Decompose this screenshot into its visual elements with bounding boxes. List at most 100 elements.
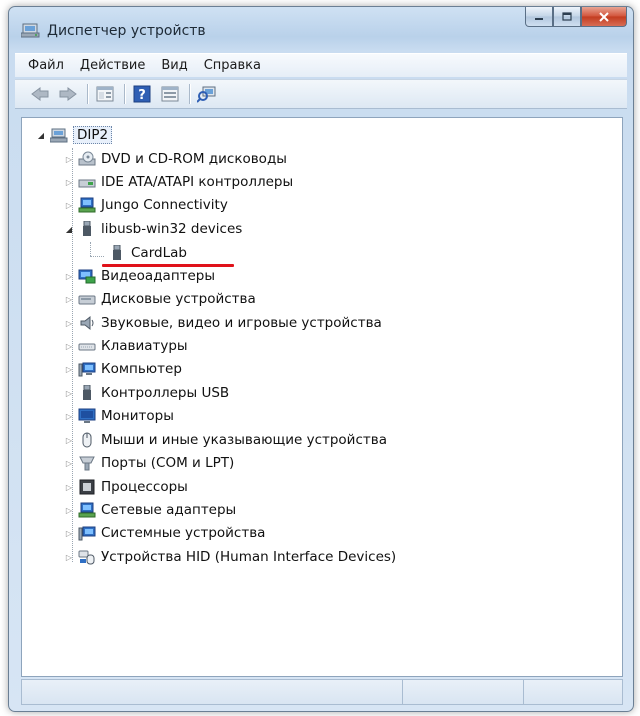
expand-arrow-icon[interactable]: ▷ [64,294,74,304]
scan-hardware-icon [197,86,216,103]
expand-arrow-icon[interactable]: ▷ [64,364,74,374]
tree-item-keyboards[interactable]: ▷ Клавиатуры [64,335,188,357]
back-icon [31,87,49,101]
expand-arrow-icon[interactable]: ▷ [64,318,74,328]
close-icon [599,11,609,22]
tree-item-label: CardLab [131,245,187,261]
toolbar-separator [124,84,125,104]
tree-item-video[interactable]: ▷ Видеоадаптеры [64,265,215,287]
forward-icon [59,87,77,101]
tree-item-cardlab[interactable]: CardLab [108,242,187,264]
status-cell [524,680,622,704]
tree-item-label: IDE ATA/ATAPI контроллеры [101,174,294,190]
usb-plug-icon [113,245,121,260]
expand-arrow-icon[interactable]: ▷ [64,411,74,421]
usb-plug-icon [83,385,91,400]
tree-item-mice[interactable]: ▷ Мыши и иные указывающие устройства [64,429,387,451]
expand-arrow-icon[interactable]: ▷ [64,341,74,351]
tree-item-ports[interactable]: ▷ Порты (COM и LPT) [64,452,234,474]
expand-arrow-icon[interactable]: ▷ [64,177,74,187]
expand-arrow-icon[interactable]: ▷ [64,552,74,562]
tree-item-label: Дисковые устройства [101,291,256,307]
hid-icon [78,550,95,565]
forward-button[interactable] [57,84,79,104]
menu-bar: Файл Действие Вид Справка [15,53,627,77]
tree-item-system[interactable]: ▷ Системные устройства [64,522,266,544]
expand-arrow-icon[interactable]: ▷ [64,200,74,210]
tree-root-label: DIP2 [73,126,113,144]
tree-connector [90,256,104,257]
tree-item-label: Мыши и иные указывающие устройства [101,432,387,448]
tree-item-label: Устройства HID (Human Interface Devices) [101,549,397,565]
monitor-icon [78,408,96,423]
menu-help[interactable]: Справка [197,58,268,73]
device-tree-pane[interactable]: ◢ DIP2 ▷ DVD и CD-ROM дисководы ▷ IDE AT… [21,117,623,677]
view-button[interactable] [159,84,181,104]
expand-arrow-icon[interactable]: ▷ [64,482,74,492]
device-manager-icon [21,23,40,38]
jungo-icon [78,197,96,213]
tree-item-label: Компьютер [101,361,182,377]
disk-drive-icon [78,295,96,305]
tree-item-label: Jungo Connectivity [101,197,228,213]
system-device-icon [78,526,96,541]
expand-arrow-icon[interactable]: ▷ [64,505,74,515]
tree-item-label: Контроллеры USB [101,385,230,401]
expand-arrow-icon[interactable]: ▷ [64,528,74,538]
device-manager-window: Диспетчер устройств Файл Действие Вид Сп… [8,6,634,712]
tree-item-disks[interactable]: ▷ Дисковые устройства [64,288,256,310]
expand-arrow-icon[interactable]: ▷ [64,154,74,164]
svg-text:?: ? [138,88,146,103]
view-icon [161,86,179,102]
minimize-button[interactable] [525,7,553,27]
expand-arrow-icon[interactable]: ▷ [64,435,74,445]
properties-icon [96,86,114,102]
close-button[interactable] [581,7,627,27]
tree-item-label: Сетевые адаптеры [101,502,237,518]
status-bar [21,679,623,705]
title-bar[interactable]: Диспетчер устройств [9,7,633,47]
tree-item-computer[interactable]: ▷ Компьютер [64,358,182,380]
maximize-button[interactable] [553,7,581,27]
minimize-icon [535,17,543,20]
tree-item-label: Видеоадаптеры [101,268,216,284]
tree-item-network[interactable]: ▷ Сетевые адаптеры [64,499,236,521]
tree-item-label: Процессоры [101,479,188,495]
help-button[interactable]: ? [131,84,153,104]
tree-item-dvd[interactable]: ▷ DVD и CD-ROM дисководы [64,148,287,170]
toolbar-separator [189,84,190,104]
expand-arrow-icon[interactable]: ▷ [64,388,74,398]
collapse-arrow-icon[interactable]: ◢ [64,224,74,234]
toolbar-separator [87,84,88,104]
expand-arrow-icon[interactable]: ▷ [64,458,74,468]
computer-icon [78,362,96,377]
tree-connector [90,242,91,256]
tree-item-label: Мониторы [101,408,174,424]
mouse-icon [82,432,92,448]
tree-item-usb[interactable]: ▷ Контроллеры USB [64,382,229,404]
scan-hardware-button[interactable] [196,84,218,104]
help-icon: ? [133,85,151,103]
window-title: Диспетчер устройств [47,23,206,39]
tree-item-libusb[interactable]: ◢ libusb-win32 devices [64,218,242,240]
port-icon [79,456,95,471]
properties-button[interactable] [94,84,116,104]
tree-item-ide[interactable]: ▷ IDE ATA/ATAPI контроллеры [64,171,293,193]
menu-action[interactable]: Действие [73,58,152,73]
tree-item-jungo[interactable]: ▷ Jungo Connectivity [64,194,228,216]
tree-item-hid[interactable]: ▷ Устройства HID (Human Interface Device… [64,546,396,568]
collapse-arrow-icon[interactable]: ◢ [36,130,46,140]
tree-item-monitors[interactable]: ▷ Мониторы [64,405,174,427]
tree-item-label: Порты (COM и LPT) [101,455,235,471]
status-cell [403,680,524,704]
menu-view[interactable]: Вид [154,58,194,73]
tree-root[interactable]: ◢ DIP2 [36,124,113,146]
usb-plug-icon [83,221,91,236]
network-adapter-icon [78,502,96,518]
ide-controller-icon [78,179,96,188]
tree-item-processors[interactable]: ▷ Процессоры [64,476,188,498]
back-button[interactable] [29,84,51,104]
menu-file[interactable]: Файл [21,58,71,73]
expand-arrow-icon[interactable]: ▷ [64,271,74,281]
tree-item-sound[interactable]: ▷ Звуковые, видео и игровые устройства [64,312,382,334]
